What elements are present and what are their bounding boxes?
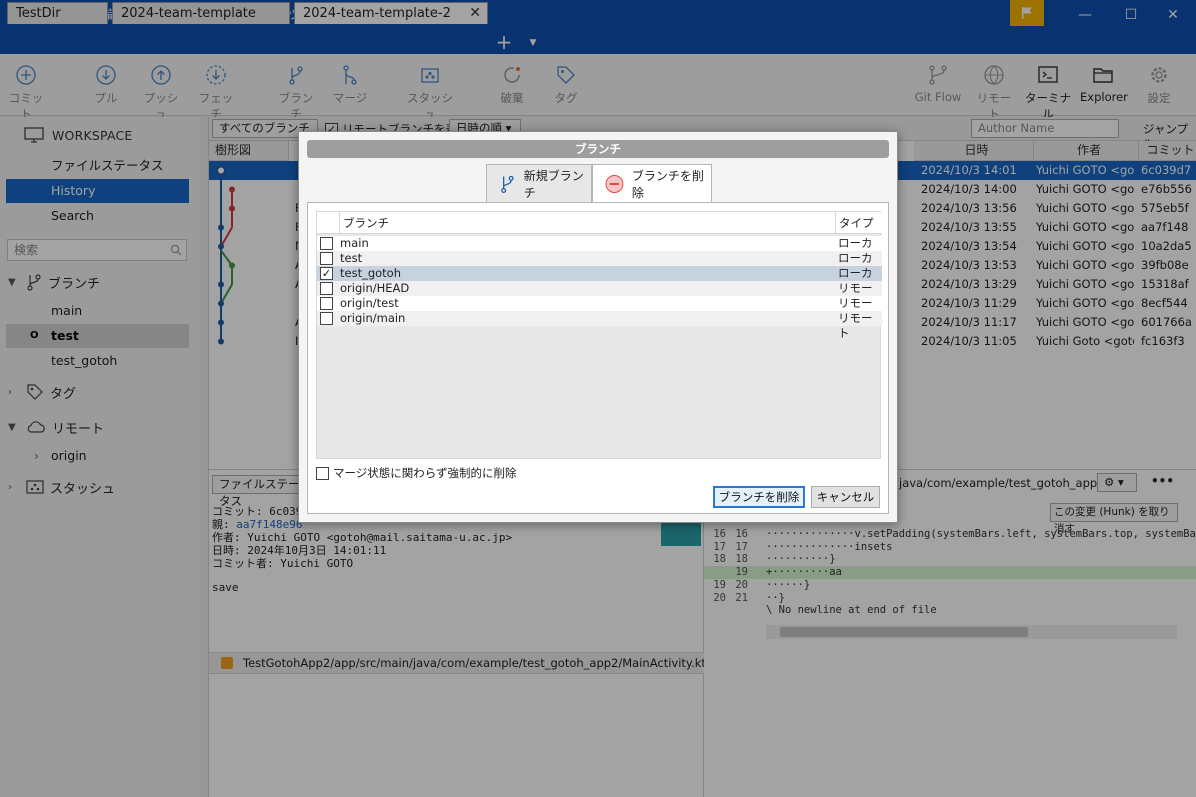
branch-checkbox[interactable]: ✓ — [320, 267, 333, 280]
branch-checkbox[interactable] — [320, 297, 333, 310]
force-delete-option[interactable]: マージ状態に関わらず強制的に削除 — [316, 465, 517, 481]
tab-delete-branch[interactable]: ブランチを削除 — [592, 164, 712, 203]
branch-row[interactable]: origin/testリモート — [317, 296, 882, 325]
branch-name: test — [340, 251, 363, 265]
force-delete-checkbox[interactable] — [316, 466, 329, 480]
branch-icon — [501, 175, 514, 193]
branch-checkbox[interactable] — [320, 237, 333, 250]
branch-name: origin/main — [340, 311, 406, 325]
branch-row[interactable]: mainローカル — [317, 236, 882, 265]
dialog-title: ブランチ — [307, 140, 889, 158]
branch-dialog: ブランチ 新規ブランチ ブランチを削除 ブランチ タイプ mainローカルtes… — [298, 131, 898, 523]
type-column-header[interactable]: タイプ — [837, 212, 874, 234]
tab-new-branch[interactable]: 新規ブランチ — [486, 164, 592, 202]
branch-row[interactable]: ✓test_gotohローカル — [317, 266, 882, 295]
delete-branch-panel: ブランチ タイプ mainローカルtestローカル✓test_gotohローカル… — [307, 202, 889, 514]
cancel-button[interactable]: キャンセル — [811, 486, 880, 508]
branch-column-header[interactable]: ブランチ — [339, 212, 836, 234]
delete-branch-icon — [605, 175, 624, 193]
branch-row[interactable]: testローカル — [317, 251, 882, 280]
branch-name: origin/HEAD — [340, 281, 410, 295]
branch-table-header: ブランチ タイプ — [317, 212, 882, 234]
branch-name: main — [340, 236, 369, 250]
branch-name: test_gotoh — [340, 266, 402, 280]
delete-branch-button[interactable]: ブランチを削除 — [713, 486, 805, 508]
branch-type: リモート — [838, 311, 873, 340]
branch-checkbox[interactable] — [320, 312, 333, 325]
branch-row[interactable]: origin/main リモート — [317, 311, 882, 340]
branch-row[interactable]: origin/HEADリモート — [317, 281, 882, 310]
branch-checkbox[interactable] — [320, 282, 333, 295]
branch-name: origin/test — [340, 296, 399, 310]
branch-table: ブランチ タイプ mainローカルtestローカル✓test_gotohローカル… — [316, 211, 882, 459]
branch-checkbox[interactable] — [320, 252, 333, 265]
